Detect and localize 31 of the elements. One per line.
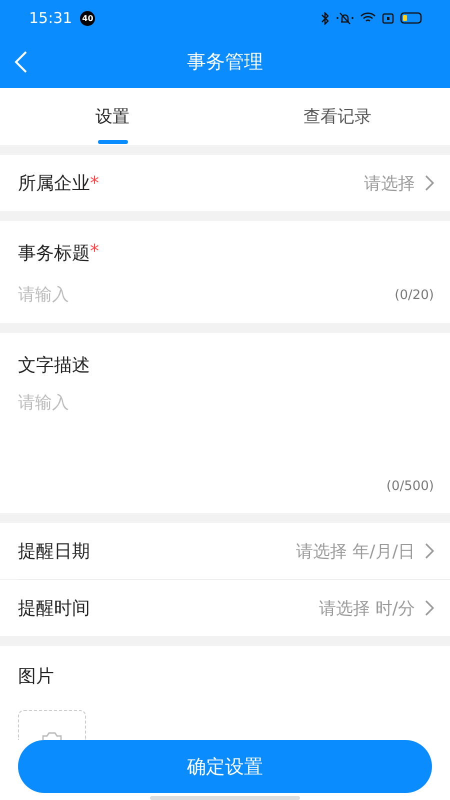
field-label: 事务标题 (18, 242, 90, 265)
chevron-right-icon (425, 543, 434, 559)
company-select-row[interactable]: 所属企业* 请选择 (0, 155, 450, 211)
field-label: 提醒时间 (18, 597, 90, 620)
select-value: 请选择 年/月/日 (296, 540, 415, 562)
field-label: 图片 (18, 665, 55, 688)
required-mark: * (90, 172, 99, 194)
description-field[interactable]: 文字描述 请输入 (0/500) (0, 333, 450, 513)
bluetooth-icon (321, 12, 330, 24)
status-time: 15:31 (29, 9, 72, 27)
char-counter: (0/500) (386, 479, 434, 494)
page-title: 事务管理 (187, 50, 263, 75)
camera-icon (41, 731, 63, 740)
chevron-right-icon (425, 600, 434, 616)
battery-icon (400, 12, 422, 24)
select-value: 请选择 (364, 172, 415, 194)
required-mark: * (90, 241, 99, 262)
tab[interactable]: 查看记录 (225, 88, 450, 145)
tab[interactable]: 设置 (0, 88, 225, 145)
chevron-right-icon (425, 175, 434, 191)
field-label: 所属企业 (18, 172, 90, 195)
reminder-select-row[interactable]: 提醒时间 请选择 时/分 (0, 580, 450, 636)
reminder-select-row[interactable]: 提醒日期 请选择 年/月/日 (0, 523, 450, 579)
notification-badge: 40 (80, 10, 96, 26)
sim-icon (382, 12, 394, 24)
field-label: 提醒日期 (18, 540, 90, 563)
mute-icon (336, 12, 354, 24)
field-label: 文字描述 (18, 354, 90, 377)
select-value: 请选择 时/分 (318, 598, 415, 620)
char-counter: (0/20) (394, 288, 434, 302)
wifi-icon (360, 12, 376, 24)
